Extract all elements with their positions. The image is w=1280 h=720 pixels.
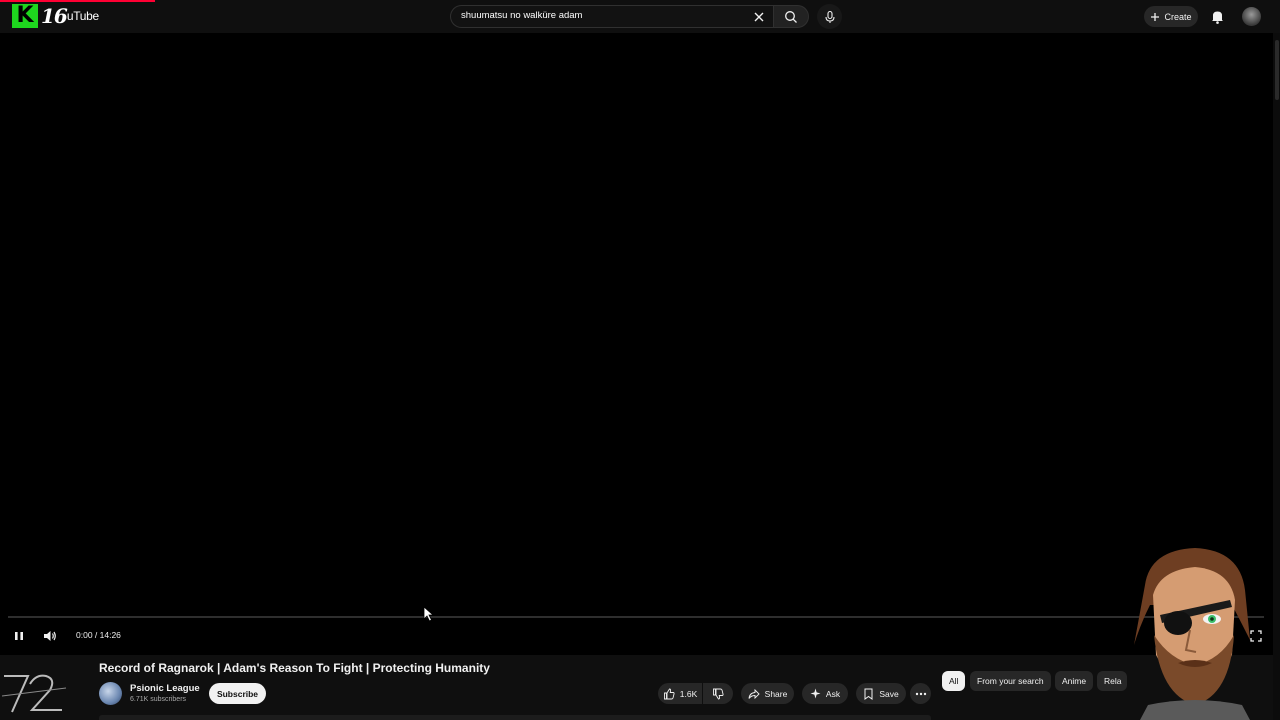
share-icon xyxy=(748,688,760,699)
pause-icon xyxy=(15,632,23,640)
clear-icon xyxy=(754,12,764,22)
search-button[interactable] xyxy=(773,5,809,28)
chip-all[interactable]: All xyxy=(942,671,966,691)
subscriber-count: 6.71K subscribers xyxy=(130,696,187,703)
notifications-button[interactable] xyxy=(1209,8,1226,25)
channel-avatar[interactable] xyxy=(99,682,122,705)
create-button[interactable]: Create xyxy=(1144,6,1198,27)
save-button[interactable]: Save xyxy=(856,683,906,704)
streamer-avatar-overlay xyxy=(1134,548,1250,720)
share-button[interactable]: Share xyxy=(741,683,794,704)
mute-button[interactable] xyxy=(41,626,59,646)
video-player[interactable] xyxy=(0,33,1273,655)
like-count: 1.6K xyxy=(679,688,698,699)
pause-button[interactable] xyxy=(11,626,27,646)
voice-search-button[interactable] xyxy=(817,4,842,29)
mic-icon xyxy=(824,10,835,23)
video-title: Record of Ragnarok | Adam's Reason To Fi… xyxy=(99,661,490,675)
share-label: Share xyxy=(764,688,788,699)
volume-icon xyxy=(44,631,56,641)
like-icon xyxy=(663,688,675,699)
comment-area-edge xyxy=(99,715,931,720)
save-icon xyxy=(864,688,873,700)
dislike-icon xyxy=(713,688,724,699)
plus-icon xyxy=(1151,12,1160,21)
logo-text: uTube xyxy=(66,9,99,23)
ask-label: Ask xyxy=(825,688,841,699)
channel-name[interactable]: Psionic League xyxy=(130,683,200,694)
watermark-72-logo xyxy=(1,674,67,713)
create-label: Create xyxy=(1164,11,1192,22)
save-label: Save xyxy=(879,688,899,699)
loading-bar xyxy=(0,0,155,2)
logo[interactable]: K 16 uTube xyxy=(12,3,99,29)
logo-badge: 16 xyxy=(41,4,68,28)
account-avatar[interactable] xyxy=(1242,7,1261,26)
time-display: 0:00 / 14:26 xyxy=(76,630,121,640)
progress-bar[interactable] xyxy=(8,616,1264,618)
k-logo-icon: K xyxy=(12,4,38,28)
scrollbar-thumb[interactable] xyxy=(1275,40,1279,100)
chip-from-your-search[interactable]: From your search xyxy=(970,671,1051,691)
search-box xyxy=(450,5,773,28)
ask-button[interactable]: Ask xyxy=(802,683,848,704)
mouse-cursor-icon xyxy=(423,606,435,622)
chip-anime[interactable]: Anime xyxy=(1055,671,1094,691)
search-input[interactable] xyxy=(461,10,741,21)
subscribe-button[interactable]: Subscribe xyxy=(209,683,266,704)
sparkle-icon xyxy=(810,688,821,699)
like-button[interactable]: 1.6K xyxy=(658,683,702,704)
more-icon xyxy=(915,692,926,695)
dislike-button[interactable] xyxy=(703,683,733,704)
page-scrollbar[interactable] xyxy=(1273,33,1280,720)
more-actions-button[interactable] xyxy=(910,683,931,704)
clear-search-button[interactable] xyxy=(750,8,768,26)
search-icon xyxy=(785,10,797,23)
bell-icon xyxy=(1212,11,1223,24)
